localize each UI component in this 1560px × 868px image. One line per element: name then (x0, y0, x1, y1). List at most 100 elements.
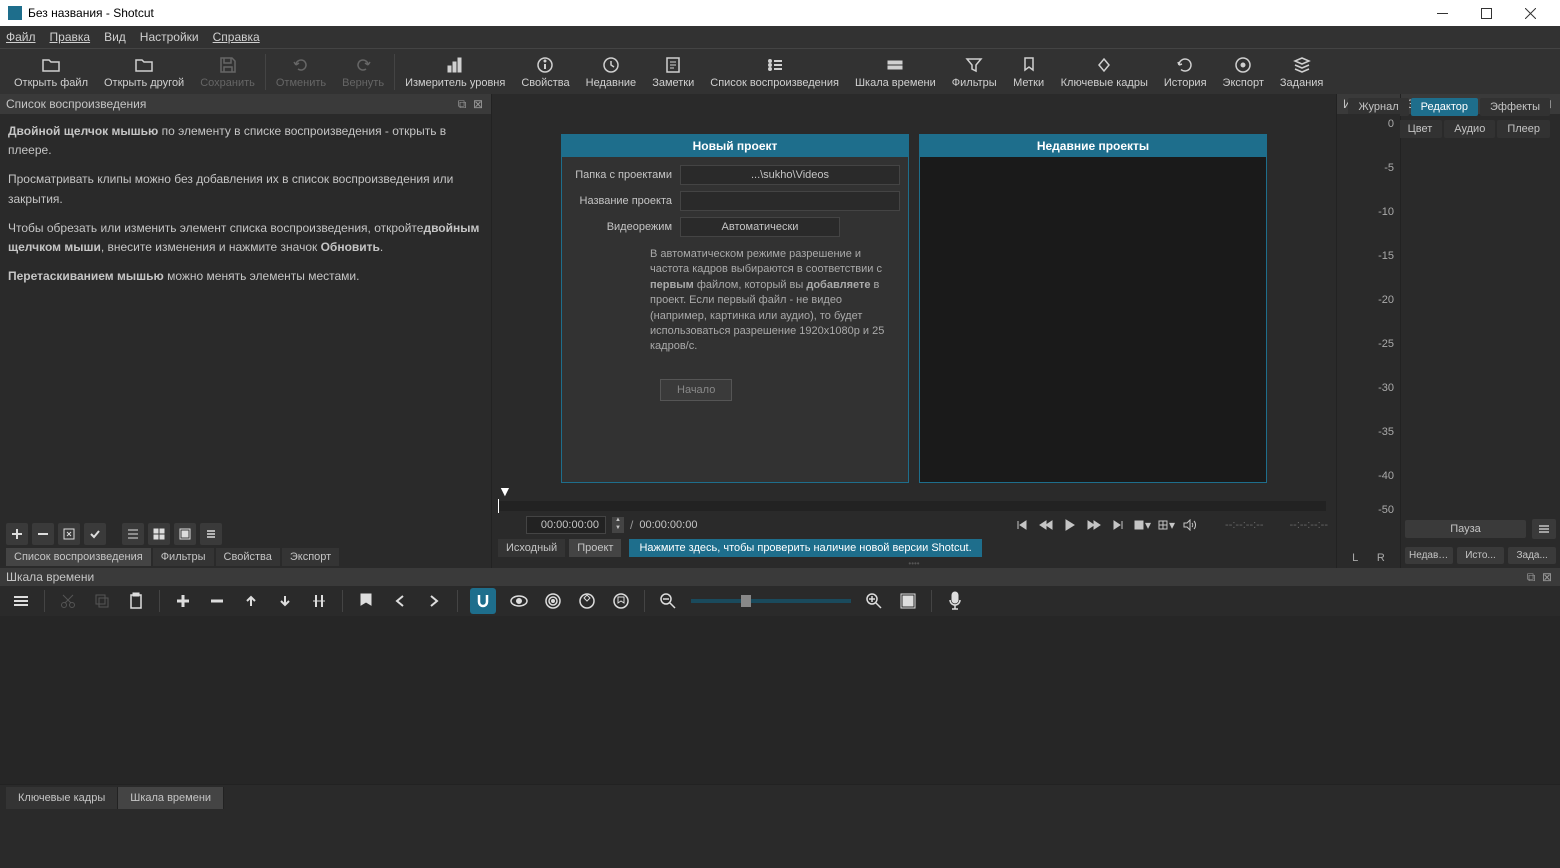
drag-handle[interactable]: •••• (492, 559, 1336, 568)
open-other-button[interactable]: Открыть другой (96, 53, 192, 91)
peak-meter-button[interactable]: Измеритель уровня (397, 53, 513, 91)
jobs-tab-button[interactable]: Зада... (1508, 547, 1556, 564)
project-tab[interactable]: Проект (569, 539, 621, 557)
play-button[interactable] (1061, 516, 1079, 534)
timeline-toolbar (0, 586, 1560, 616)
playlist-toolbar (0, 522, 491, 546)
timeline-menu-button[interactable] (10, 590, 32, 612)
view-icons-button[interactable] (174, 523, 196, 545)
zoom-out-button[interactable] (657, 590, 679, 612)
start-button[interactable]: Начало (660, 379, 732, 401)
tab-player[interactable]: Плеер (1497, 120, 1550, 138)
marker-button[interactable] (355, 590, 377, 612)
export-button[interactable]: Экспорт (1215, 53, 1272, 91)
markers-button[interactable]: Метки (1005, 53, 1053, 91)
menu-edit[interactable]: Правка (50, 30, 91, 44)
project-name-input[interactable] (680, 191, 900, 211)
recent-button[interactable]: Недавние (578, 53, 645, 91)
playlist-tab[interactable]: Список воспроизведения (6, 548, 151, 566)
snap-button[interactable] (470, 588, 496, 614)
skip-prev-button[interactable] (1013, 516, 1031, 534)
undo-button[interactable]: Отменить (268, 53, 334, 91)
history-button[interactable]: История (1156, 53, 1215, 91)
open-file-button[interactable]: Открыть файл (6, 53, 96, 91)
view-tiles-button[interactable] (148, 523, 170, 545)
tab-color[interactable]: Цвет (1398, 120, 1443, 138)
close-panel-icon[interactable]: ⊠ (1540, 570, 1554, 584)
playlist-menu-button[interactable] (200, 523, 222, 545)
undock-icon[interactable]: ⧉ (455, 97, 469, 111)
tab-audio[interactable]: Аудио (1444, 120, 1495, 138)
history-tab-button[interactable]: Исто... (1457, 547, 1505, 564)
remove-button[interactable] (32, 523, 54, 545)
scrub-audio-button[interactable] (508, 590, 530, 612)
pause-jobs-button[interactable]: Пауза (1405, 520, 1526, 538)
skip-next-button[interactable] (1109, 516, 1127, 534)
ripple-delete-button[interactable] (206, 590, 228, 612)
split-button[interactable] (308, 590, 330, 612)
undo-icon (291, 55, 311, 75)
current-timecode-input[interactable] (526, 516, 606, 534)
ripple-button[interactable] (542, 590, 564, 612)
keyframes-footer-tab[interactable]: Ключевые кадры (6, 787, 118, 809)
zoom-fit-button[interactable] (897, 590, 919, 612)
close-panel-icon[interactable]: ⊠ (471, 97, 485, 111)
grid-button[interactable]: ▾ (1157, 516, 1175, 534)
copy-button[interactable] (91, 590, 113, 612)
jobs-menu-button[interactable] (1532, 519, 1556, 539)
filters-button[interactable]: Фильтры (944, 53, 1005, 91)
timecode-down-button[interactable]: ▼ (612, 525, 624, 533)
update-button[interactable] (58, 523, 80, 545)
minimize-button[interactable] (1420, 0, 1464, 26)
cut-button[interactable] (57, 590, 79, 612)
tab-effects[interactable]: Эффекты (1480, 98, 1550, 116)
playlist-panel: Список воспроизведения ⧉ ⊠ Двойной щелчо… (0, 94, 492, 568)
menu-file[interactable]: Файл (6, 30, 36, 44)
tab-editor[interactable]: Редактор (1411, 98, 1478, 116)
append-button[interactable] (172, 590, 194, 612)
notes-button[interactable]: Заметки (644, 53, 702, 91)
ripple-markers-button[interactable] (610, 590, 632, 612)
menu-settings[interactable]: Настройки (140, 30, 199, 44)
view-details-button[interactable] (122, 523, 144, 545)
properties-button[interactable]: Свойства (513, 53, 577, 91)
timeline-button[interactable]: Шкала времени (847, 53, 944, 91)
zoom-slider[interactable] (691, 599, 851, 603)
zoom-in-button[interactable] (863, 590, 885, 612)
jobs-button[interactable]: Задания (1272, 53, 1331, 91)
scrub-bar[interactable]: ▼ (492, 483, 1336, 513)
paste-button[interactable] (125, 590, 147, 612)
close-button[interactable] (1508, 0, 1552, 26)
next-marker-button[interactable] (423, 590, 445, 612)
export-tab[interactable]: Экспорт (282, 548, 339, 566)
filters-tab[interactable]: Фильтры (153, 548, 214, 566)
lift-button[interactable] (240, 590, 262, 612)
zoom-button[interactable]: ▾ (1133, 516, 1151, 534)
redo-button[interactable]: Вернуть (334, 53, 392, 91)
check-button[interactable] (84, 523, 106, 545)
timecode-up-button[interactable]: ▲ (612, 517, 624, 525)
volume-button[interactable] (1181, 516, 1199, 534)
rewind-button[interactable] (1037, 516, 1055, 534)
record-audio-button[interactable] (944, 590, 966, 612)
menu-help[interactable]: Справка (213, 30, 260, 44)
properties-tab[interactable]: Свойства (216, 548, 280, 566)
recent-tab-button[interactable]: Недавн... (1405, 547, 1453, 564)
project-folder-input[interactable]: ...\sukho\Videos (680, 165, 900, 185)
update-notification[interactable]: Нажмите здесь, чтобы проверить наличие н… (629, 539, 981, 557)
save-button[interactable]: Сохранить (192, 53, 263, 91)
video-mode-select[interactable]: Автоматически (680, 217, 840, 237)
overwrite-button[interactable] (274, 590, 296, 612)
timeline-tracks-area[interactable] (0, 616, 1560, 784)
menu-view[interactable]: Вид (104, 30, 126, 44)
maximize-button[interactable] (1464, 0, 1508, 26)
add-button[interactable] (6, 523, 28, 545)
keyframes-button[interactable]: Ключевые кадры (1053, 53, 1156, 91)
fastfwd-button[interactable] (1085, 516, 1103, 534)
timeline-footer-tab[interactable]: Шкала времени (118, 787, 224, 809)
source-tab[interactable]: Исходный (498, 539, 565, 557)
prev-marker-button[interactable] (389, 590, 411, 612)
undock-icon[interactable]: ⧉ (1524, 570, 1538, 584)
playlist-button[interactable]: Список воспроизведения (702, 53, 847, 91)
ripple-all-button[interactable] (576, 590, 598, 612)
